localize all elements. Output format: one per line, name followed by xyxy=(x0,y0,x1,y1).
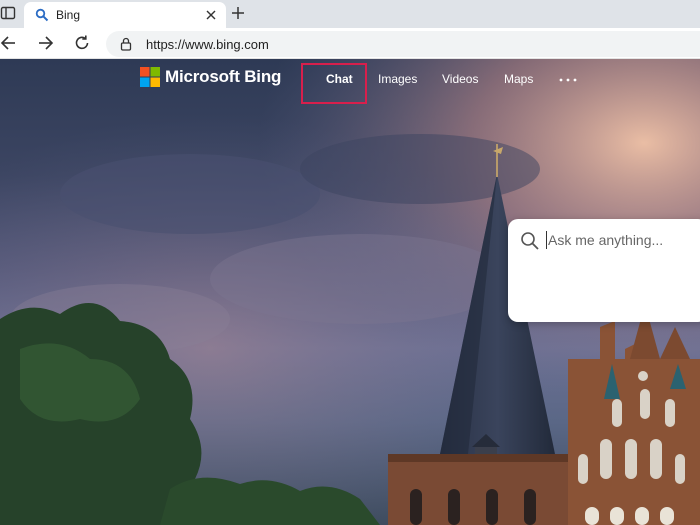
new-tab-icon[interactable] xyxy=(230,5,246,21)
more-dots-icon[interactable] xyxy=(558,77,578,83)
nav-videos[interactable]: Videos xyxy=(442,72,478,86)
search-icon[interactable] xyxy=(520,231,540,251)
chat-highlight-box xyxy=(301,63,367,104)
sidebar-toggle-icon[interactable] xyxy=(0,5,16,21)
nav-images[interactable]: Images xyxy=(378,72,417,86)
nav-maps[interactable]: Maps xyxy=(504,72,533,86)
brand-name: Microsoft Bing xyxy=(165,67,282,86)
browser-toolbar: https://www.bing.com xyxy=(0,28,700,59)
refresh-icon[interactable] xyxy=(73,34,91,52)
browser-tab-bar: Bing xyxy=(0,0,700,28)
microsoft-logo-icon xyxy=(140,67,160,87)
bing-search-favicon xyxy=(35,8,49,22)
lock-icon[interactable] xyxy=(120,37,132,51)
forward-arrow-icon[interactable] xyxy=(36,34,54,52)
search-input[interactable] xyxy=(548,229,698,251)
bing-homepage: Microsoft Bing Chat Images Videos Maps xyxy=(0,59,700,525)
browser-tab-bing[interactable]: Bing xyxy=(24,2,226,28)
text-cursor xyxy=(546,231,547,249)
tab-title: Bing xyxy=(56,8,81,22)
search-box[interactable] xyxy=(508,219,700,322)
address-bar[interactable]: https://www.bing.com xyxy=(106,31,700,57)
url-text[interactable]: https://www.bing.com xyxy=(146,37,269,52)
back-arrow-icon[interactable] xyxy=(0,34,18,52)
close-tab-icon[interactable] xyxy=(204,8,218,22)
